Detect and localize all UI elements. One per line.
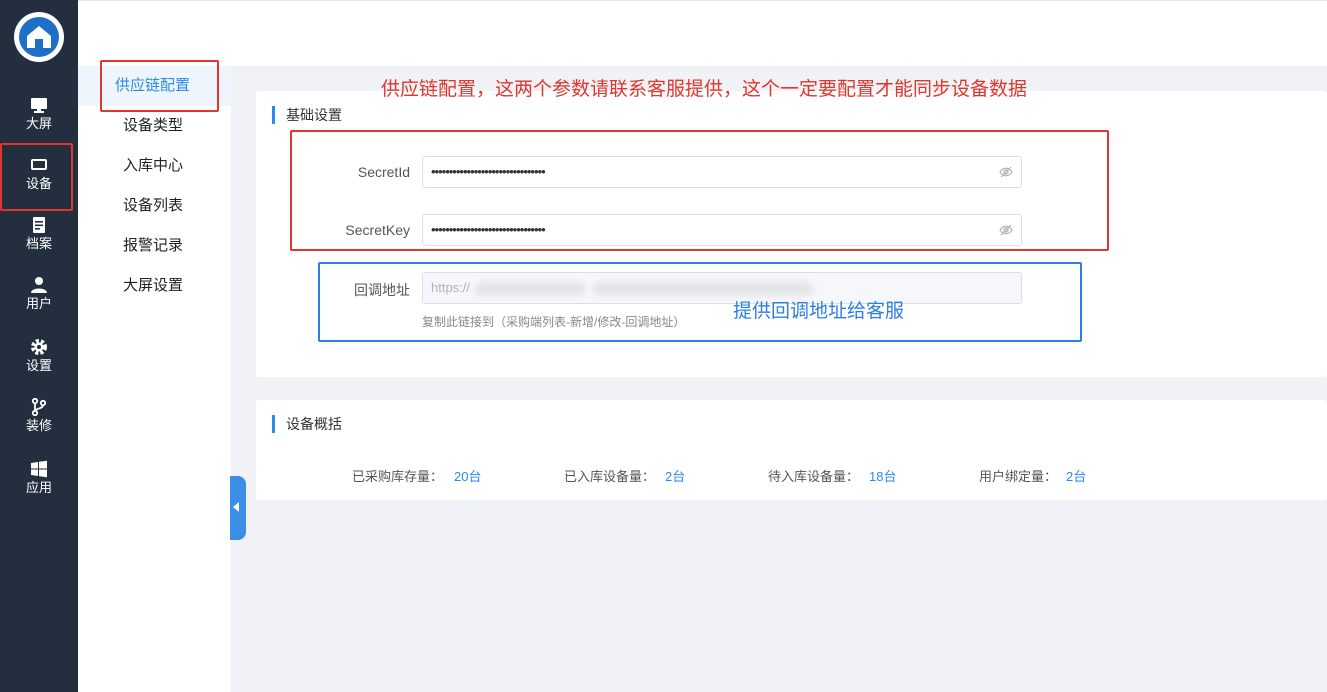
gear-icon [31, 339, 47, 355]
rail-item-label: 装修 [25, 418, 52, 433]
submenu-item-alarm-records[interactable]: 报警记录 [78, 226, 231, 266]
submenu-item-device-type[interactable]: 设备类型 [78, 106, 231, 146]
submenu-item-supply-chain[interactable]: 供应链配置 [78, 66, 231, 106]
card-title: 设备概括 [272, 415, 342, 433]
home-logo[interactable] [14, 12, 64, 62]
basic-settings-card: 基础设置 SecretId ••••••••••••••••••••••••••… [256, 91, 1327, 377]
rail-item-decorate[interactable]: 装修 [0, 390, 78, 448]
annotation-callback-note: 提供回调地址给客服 [733, 301, 905, 322]
secret-id-input[interactable]: •••••••••••••••••••••••••••••••• [422, 156, 1022, 188]
secret-id-label: SecretId [357, 164, 410, 180]
monitor-icon [31, 98, 47, 113]
device-overview-card: 设备概括 已采购库存量： 20台 已入库设备量： 2台 待入库设备量： 18台 … [256, 400, 1327, 500]
secret-id-value: •••••••••••••••••••••••••••••••• [431, 164, 546, 179]
redacted-text [475, 282, 585, 296]
eye-off-icon[interactable] [999, 223, 1013, 237]
submenu-item-stock-center[interactable]: 入库中心 [78, 146, 231, 186]
callback-url-input[interactable]: https:// [422, 272, 1022, 304]
stat-pending-label: 待入库设备量： [768, 469, 860, 484]
stat-stocked-label: 已入库设备量： [564, 469, 656, 484]
callback-label: 回调地址 [354, 282, 410, 298]
archive-icon [33, 217, 45, 233]
rail-item-label: 档案 [25, 236, 52, 251]
branch-icon [31, 398, 47, 416]
secret-key-label: SecretKey [345, 222, 410, 238]
rail-item-label: 大屏 [25, 116, 52, 131]
stat-pending-value: 18台 [869, 469, 897, 484]
rail-item-label: 用户 [25, 296, 52, 311]
windows-icon [31, 460, 47, 478]
rail-item-apps[interactable]: 应用 [0, 452, 78, 510]
submenu-item-device-list[interactable]: 设备列表 [78, 186, 231, 226]
submenu-item-screen-settings[interactable]: 大屏设置 [78, 266, 231, 306]
callback-url-value: https:// [431, 280, 471, 295]
device-icon [31, 159, 47, 170]
rail-item-label: 应用 [25, 480, 52, 495]
user-icon [31, 277, 47, 293]
redacted-text [593, 282, 813, 296]
collapse-sidebar-button[interactable] [230, 476, 246, 540]
rail-item-label: 设备 [25, 176, 52, 191]
rail-item-user[interactable]: 用户 [0, 268, 78, 326]
caret-left-icon [233, 502, 239, 512]
rail-item-dashboard[interactable]: 大屏 [0, 88, 78, 146]
stat-bound-value: 2台 [1066, 469, 1087, 484]
annotation-top-note: 供应链配置，这两个参数请联系客服提供，这个一定要配置才能同步设备数据 [381, 79, 1028, 100]
stat-stocked-value: 2台 [665, 469, 686, 484]
card-title: 基础设置 [272, 106, 342, 124]
rail-item-settings[interactable]: 设置 [0, 330, 78, 388]
eye-off-icon[interactable] [999, 165, 1013, 179]
stat-purchased-value: 20台 [454, 469, 482, 484]
rail-item-label: 设置 [25, 358, 52, 373]
secret-key-input[interactable]: •••••••••••••••••••••••••••••••• [422, 214, 1022, 246]
callback-hint: 复制此链接到（采购端列表-新增/修改-回调地址） [422, 315, 686, 329]
top-header [78, 0, 1327, 66]
rail-item-archive[interactable]: 档案 [0, 208, 78, 266]
stat-bound-label: 用户绑定量： [979, 469, 1058, 484]
rail-item-device[interactable]: 设备 [0, 148, 78, 206]
stat-purchased-label: 已采购库存量： [352, 469, 444, 484]
main-nav-rail: 大屏 设备 档案 用户 设置 装修 应用 [0, 0, 78, 692]
sub-menu: 供应链配置 设备类型 入库中心 设备列表 报警记录 大屏设置 [78, 66, 231, 692]
secret-key-value: •••••••••••••••••••••••••••••••• [431, 222, 546, 237]
house-icon [19, 17, 59, 57]
